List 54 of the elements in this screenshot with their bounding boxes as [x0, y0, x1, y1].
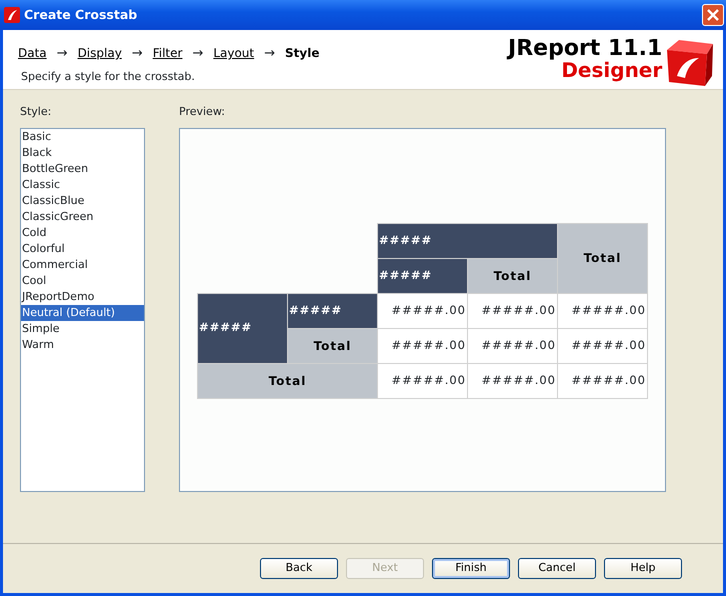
- style-list[interactable]: Basic Black BottleGreen Classic ClassicBlue ClassicGreen Cold Colorful Commercial Cool JReportDemo Neutral (Default) Simple Warm: [20, 128, 145, 492]
- arrow-icon: →: [264, 44, 276, 63]
- wizard-step: Style: [285, 44, 320, 62]
- header-cell: #####: [288, 293, 378, 328]
- total-cell: Total: [558, 223, 648, 293]
- style-item[interactable]: Basic: [21, 128, 144, 144]
- total-cell: Total: [198, 363, 378, 398]
- style-item[interactable]: ClassicBlue: [21, 192, 144, 208]
- dialog-button[interactable]: Back: [260, 558, 338, 579]
- value-cell: #####.00: [378, 328, 468, 363]
- style-item[interactable]: Commercial: [21, 256, 144, 272]
- arrow-icon: →: [192, 44, 204, 63]
- wizard-step[interactable]: Filter: [152, 44, 182, 62]
- window-title: Create Crosstab: [24, 6, 138, 24]
- wizard-step[interactable]: Layout: [213, 44, 254, 62]
- app-logo-icon: [4, 7, 20, 23]
- style-item[interactable]: Classic: [21, 176, 144, 192]
- value-cell: #####.00: [468, 363, 558, 398]
- wizard-step[interactable]: Display: [78, 44, 122, 62]
- value-cell: #####.00: [558, 328, 648, 363]
- value-cell: #####.00: [558, 363, 648, 398]
- style-item[interactable]: Neutral (Default): [21, 304, 144, 320]
- style-item[interactable]: ClassicGreen: [21, 208, 144, 224]
- arrow-icon: →: [56, 44, 68, 63]
- header-cell: #####: [378, 223, 558, 258]
- style-item[interactable]: Cold: [21, 224, 144, 240]
- style-item[interactable]: Colorful: [21, 240, 144, 256]
- style-item[interactable]: Black: [21, 144, 144, 160]
- style-item[interactable]: Simple: [21, 320, 144, 336]
- value-cell: #####.00: [378, 293, 468, 328]
- style-item[interactable]: BottleGreen: [21, 160, 144, 176]
- close-icon: [707, 9, 719, 21]
- arrow-icon: →: [132, 44, 143, 63]
- edition-name: Designer: [561, 60, 662, 80]
- header-cell: #####: [198, 293, 288, 363]
- style-label: Style:: [20, 104, 52, 120]
- value-cell: #####.00: [468, 328, 558, 363]
- subtitle: Specify a style for the crosstab.: [21, 69, 196, 85]
- dialog-button[interactable]: Cancel: [518, 558, 596, 579]
- style-item[interactable]: Warm: [21, 336, 144, 352]
- total-cell: Total: [468, 258, 558, 293]
- total-cell: Total: [288, 328, 378, 363]
- preview-label: Preview:: [179, 104, 226, 120]
- header-cell: #####: [378, 258, 468, 293]
- dialog-button[interactable]: Help: [604, 558, 682, 579]
- style-item[interactable]: JReportDemo: [21, 288, 144, 304]
- value-cell: #####.00: [468, 293, 558, 328]
- value-cell: #####.00: [558, 293, 648, 328]
- wizard-step[interactable]: Data: [18, 44, 47, 62]
- close-button[interactable]: [702, 4, 724, 26]
- style-item[interactable]: Cool: [21, 272, 144, 288]
- value-cell: #####.00: [378, 363, 468, 398]
- product-name: JReport 11.1: [508, 38, 662, 60]
- dialog-button[interactable]: Finish: [432, 558, 510, 579]
